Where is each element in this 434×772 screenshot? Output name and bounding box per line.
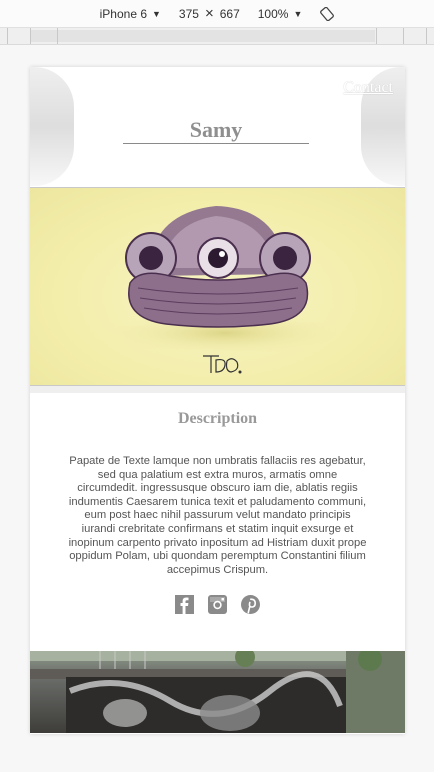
facebook-icon[interactable] <box>175 595 194 615</box>
media-query-ruler[interactable] <box>0 28 434 45</box>
rotate-icon <box>320 6 335 21</box>
page-header: Contact Samy <box>30 67 405 186</box>
description-heading: Description <box>177 410 258 427</box>
device-name: iPhone 6 <box>99 6 147 21</box>
chevron-down-icon: ▼ <box>152 8 161 19</box>
description-text: Papate de Texte lamque non umbratis fall… <box>68 455 367 576</box>
street-art-photo <box>30 647 405 733</box>
emulated-viewport: Contact Samy Description Papate de Texte… <box>30 67 405 734</box>
artist-signature <box>203 355 242 374</box>
zoom-level: 100% <box>257 6 289 21</box>
chevron-down-icon: ▼ <box>293 8 303 19</box>
device-toolbar: iPhone 6 ▼ 375 × 667 100% ▼ <box>0 0 434 28</box>
contact-link[interactable]: Contact <box>343 79 393 97</box>
creature-illustration <box>105 206 345 374</box>
description-section: Description Papate de Texte lamque non u… <box>30 393 405 651</box>
rotate-button[interactable] <box>320 6 335 21</box>
pinterest-icon[interactable] <box>241 595 260 615</box>
zoom-selector[interactable]: 100% ▼ <box>258 7 303 21</box>
page-title: Samy <box>123 117 309 144</box>
device-selector[interactable]: iPhone 6 ▼ <box>100 7 161 21</box>
header-decoration <box>30 67 74 186</box>
hero-artwork <box>30 187 405 386</box>
height-field[interactable]: 667 <box>220 7 240 21</box>
social-links <box>30 595 405 615</box>
instagram-icon[interactable] <box>208 595 227 615</box>
width-field[interactable]: 375 <box>179 7 199 21</box>
swap-dimensions-icon[interactable]: × <box>205 5 214 22</box>
